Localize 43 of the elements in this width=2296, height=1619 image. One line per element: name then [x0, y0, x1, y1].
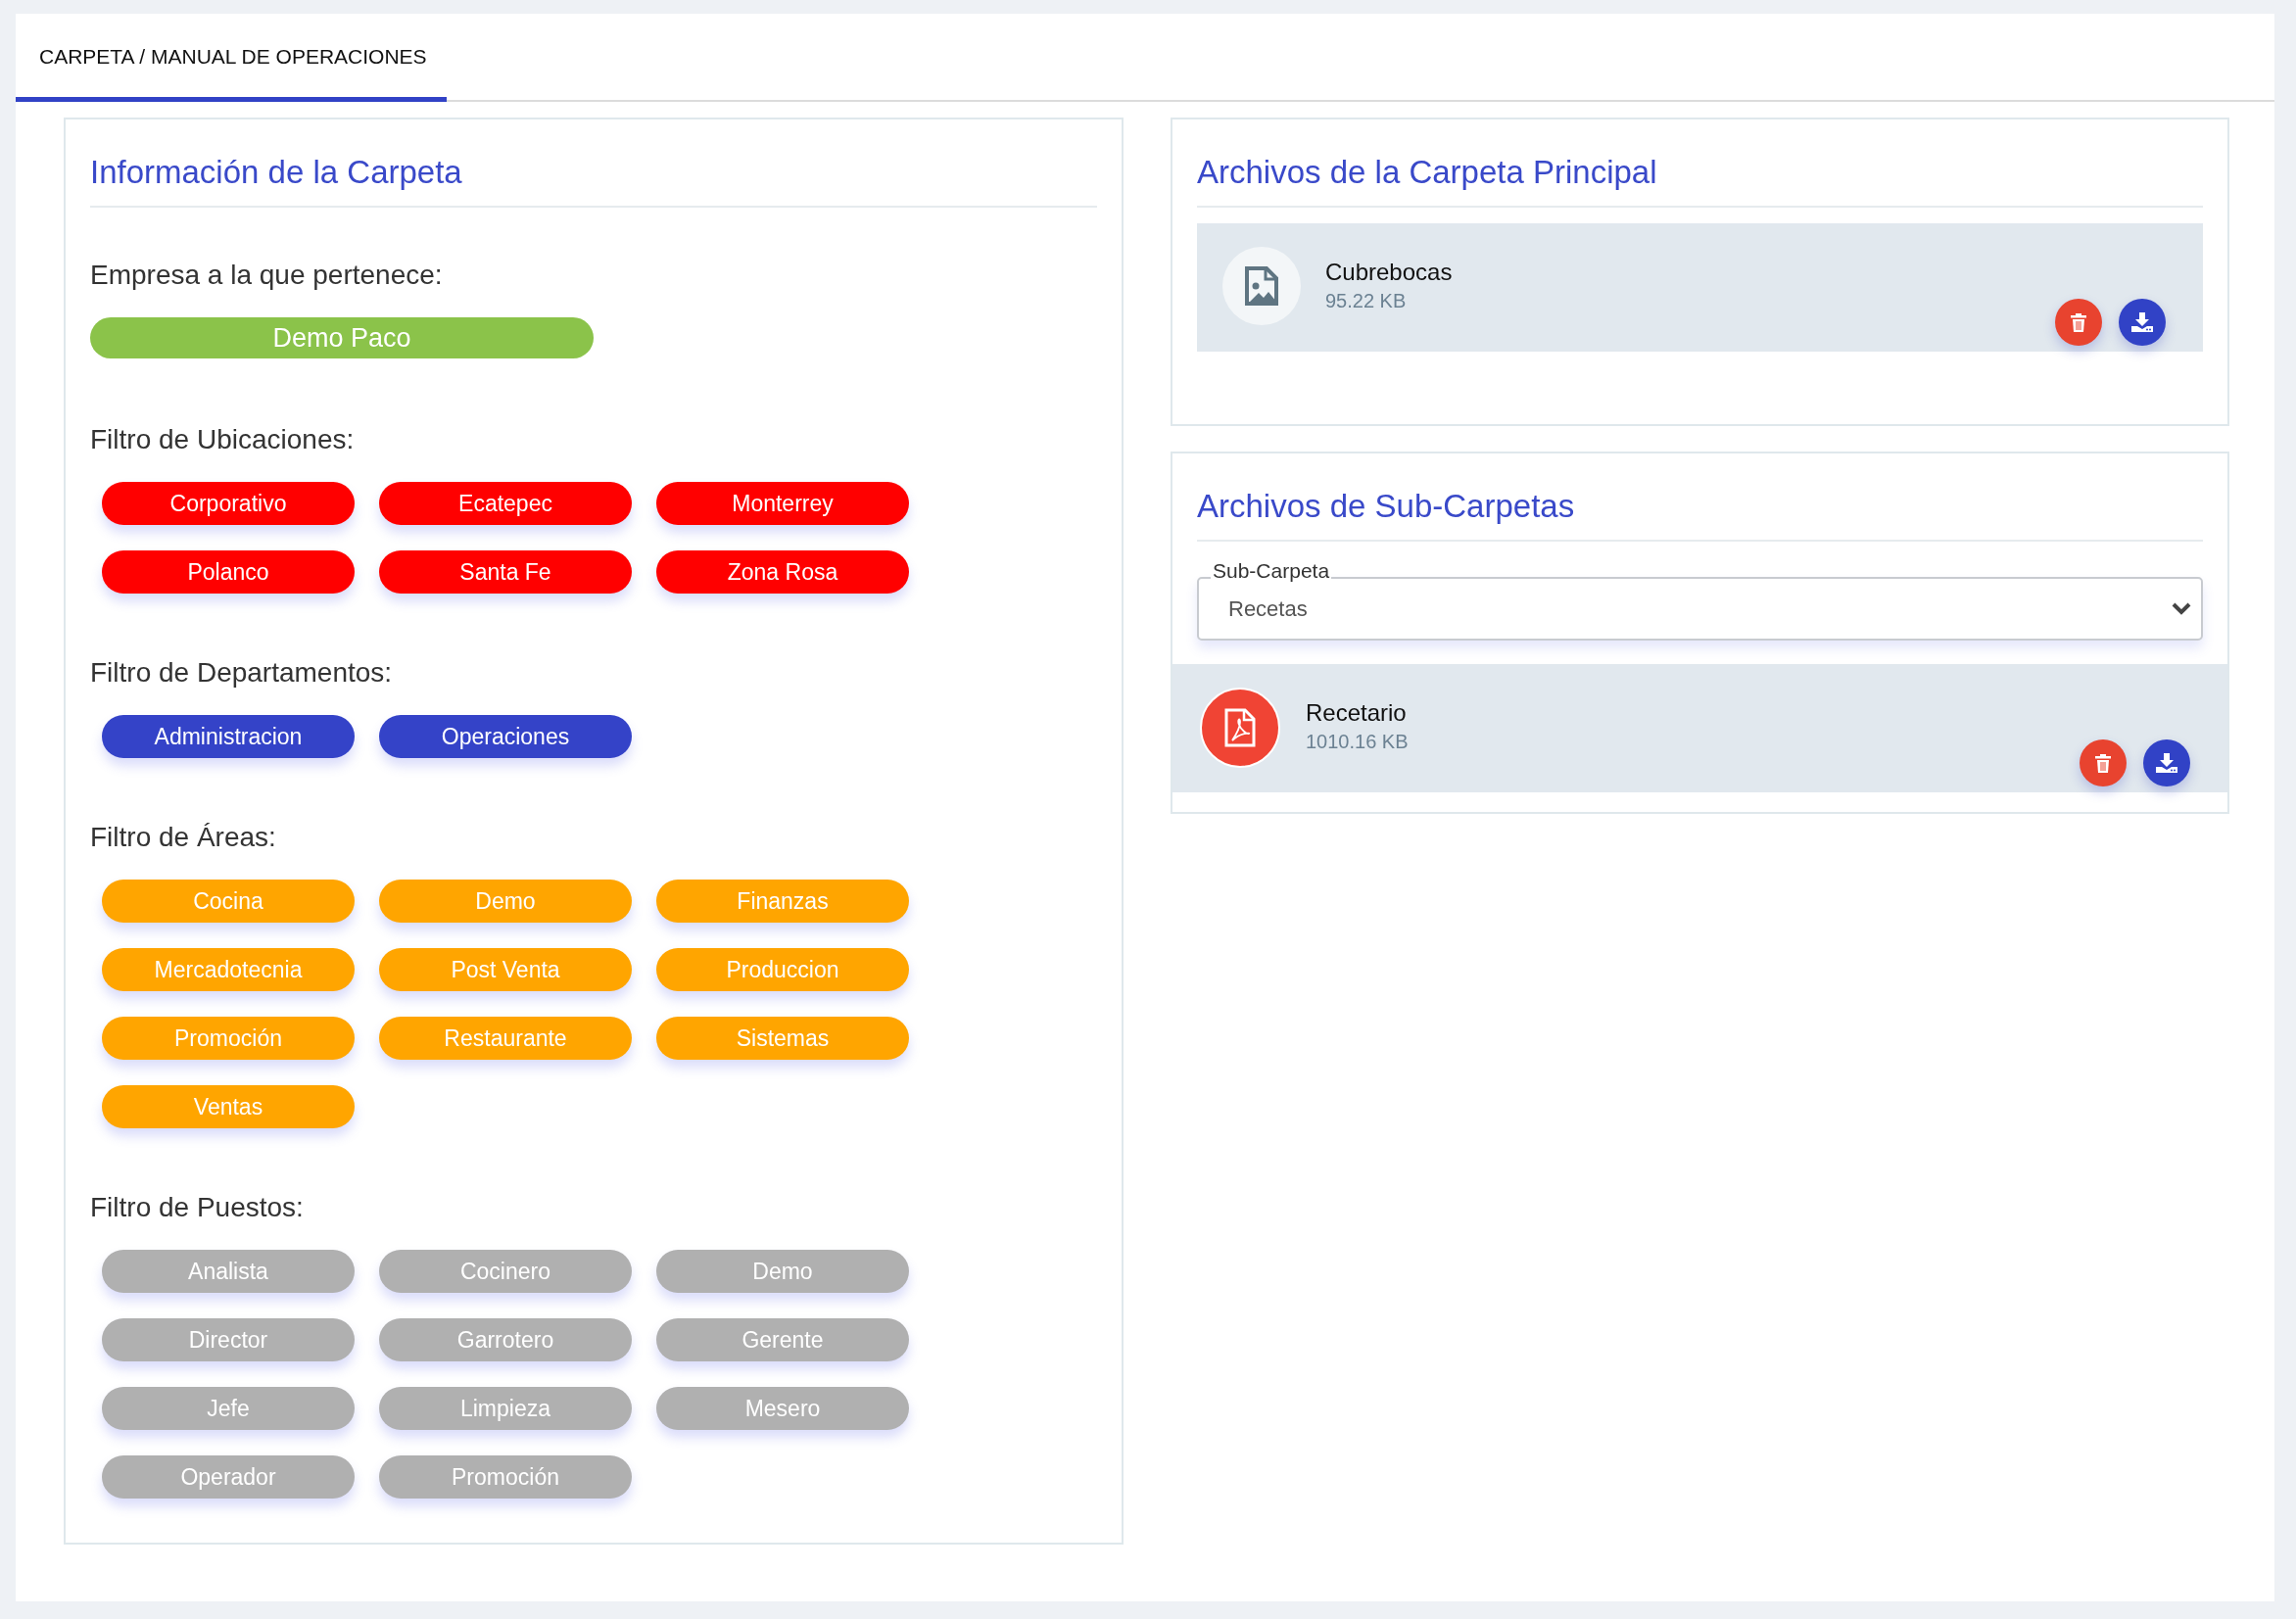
filter-tag: Mercadotecnia	[102, 948, 355, 991]
filter-label: Filtro de Ubicaciones:	[90, 423, 356, 456]
filter-tag: Zona Rosa	[656, 550, 909, 594]
filter-label: Filtro de Áreas:	[90, 821, 277, 854]
filter-tag: Santa Fe	[379, 550, 632, 594]
file-name: Cubrebocas	[1325, 259, 1453, 286]
filter-tag: Promoción	[102, 1017, 355, 1060]
filter-tag: Corporativo	[102, 482, 355, 525]
filter-tag: Ventas	[102, 1085, 355, 1128]
filter-tag: Polanco	[102, 550, 355, 594]
folder-tab[interactable]: CARPETA / MANUAL DE OPERACIONES	[16, 16, 447, 102]
file-size: 1010.16 KB	[1306, 731, 1409, 753]
filter-tag: Ecatepec	[379, 482, 632, 525]
card-title: Información de la Carpeta	[90, 153, 463, 192]
filter-tag: Garrotero	[379, 1318, 632, 1361]
filter-tag: Operaciones	[379, 715, 632, 758]
filter-tag: Mesero	[656, 1387, 909, 1430]
card-title: Archivos de Sub-Carpetas	[1197, 487, 1576, 526]
filter-tag: Promoción	[379, 1455, 632, 1499]
file-size: 95.22 KB	[1325, 290, 1408, 312]
filter-tag: Demo	[379, 880, 632, 923]
filter-tag: Jefe	[102, 1387, 355, 1430]
filter-tag: Restaurante	[379, 1017, 632, 1060]
filter-tag: Cocina	[102, 880, 355, 923]
filter-label: Filtro de Departamentos:	[90, 656, 394, 690]
filter-tag: Limpieza	[379, 1387, 632, 1430]
filter-tag: Cocinero	[379, 1250, 632, 1293]
field-label: Empresa a la que pertenece:	[90, 259, 444, 292]
filter-tag: Gerente	[656, 1318, 909, 1361]
filter-tag: Demo	[656, 1250, 909, 1293]
file-name: Recetario	[1306, 699, 1408, 727]
filter-tag: Sistemas	[656, 1017, 909, 1060]
card-title: Archivos de la Carpeta Principal	[1197, 153, 1658, 192]
filter-tag: Analista	[102, 1250, 355, 1293]
filter-tag: Produccion	[656, 948, 909, 991]
filter-tag: Administracion	[102, 715, 355, 758]
filter-tag: Operador	[102, 1455, 355, 1499]
filter-tag: Post Venta	[379, 948, 632, 991]
filter-label: Filtro de Puestos:	[90, 1191, 305, 1224]
filter-tag: Director	[102, 1318, 355, 1361]
filter-tag: Monterrey	[656, 482, 909, 525]
company-tag: Demo Paco	[90, 317, 594, 358]
filter-tag: Finanzas	[656, 880, 909, 923]
